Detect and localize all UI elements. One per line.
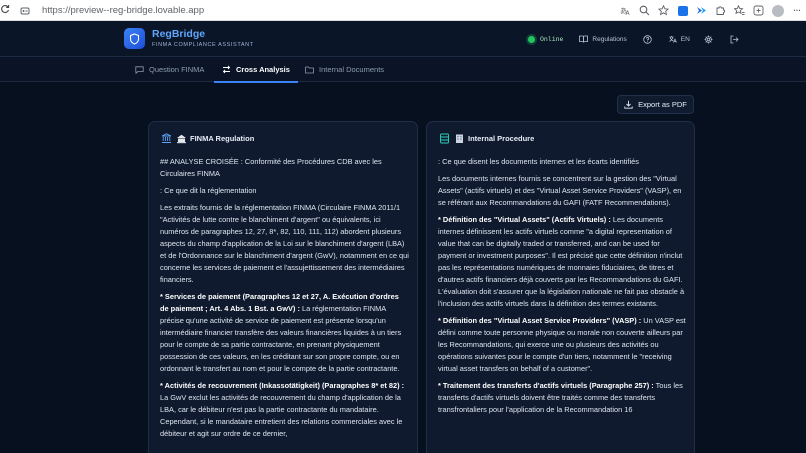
regulations-link[interactable]: Regulations [579, 35, 627, 43]
database-icon [438, 132, 450, 144]
svg-text:A: A [626, 10, 631, 16]
tab-label: Cross Analysis [236, 65, 290, 74]
reload-icon[interactable] [0, 4, 10, 17]
language-switch[interactable]: EN [669, 35, 690, 43]
bullet-text: La réglementation FINMA précise qu'une a… [160, 304, 402, 373]
paragraph: * Définition des "Virtual Assets" (Actif… [438, 214, 686, 310]
section-label: : Ce que dit la réglementation [160, 186, 257, 195]
bullet-text: La GwV exclut les activités de recouvrem… [160, 393, 403, 438]
paragraph: * Définition des "Virtual Asset Service … [438, 315, 686, 375]
tab-cross-analysis[interactable]: Cross Analysis [214, 57, 298, 83]
export-pdf-button[interactable]: Export as PDF [617, 95, 694, 114]
app-header: RegBridge FINMA COMPLIANCE ASSISTANT Onl… [0, 21, 806, 57]
download-icon [624, 100, 633, 109]
translate-icon [669, 36, 677, 43]
profile-avatar[interactable] [768, 0, 787, 21]
extension-icon[interactable] [673, 0, 692, 21]
favorites-icon[interactable] [730, 0, 749, 21]
settings-gear-icon[interactable] [704, 35, 717, 44]
brand[interactable]: RegBridge FINMA COMPLIANCE ASSISTANT [124, 28, 254, 49]
export-label: Export as PDF [638, 100, 687, 109]
help-icon[interactable] [643, 34, 656, 44]
bullet-title: * Définition des "Virtual Asset Service … [438, 316, 642, 325]
folder-icon [305, 66, 314, 73]
paragraph: * Traitement des transferts d'actifs vir… [438, 380, 686, 416]
app-name: RegBridge [152, 28, 206, 40]
bullet-text: Les documents internes définissent les a… [438, 215, 685, 308]
language-label: EN [680, 35, 690, 43]
online-status-icon [528, 35, 535, 43]
translate-icon[interactable]: あA [616, 0, 635, 21]
compare-arrows-icon [222, 65, 231, 74]
tab-question-finma[interactable]: Question FINMA [135, 57, 204, 82]
tab-bar: Question FINMA Cross Analysis Internal D… [0, 57, 806, 83]
zoom-icon[interactable] [635, 0, 654, 21]
copilot-icon[interactable] [692, 0, 711, 21]
bank-icon [160, 132, 172, 144]
site-info-icon[interactable] [18, 4, 32, 18]
finma-regulation-panel[interactable]: FINMA Regulation ## ANALYSE CROISÉE : Co… [148, 121, 418, 453]
institution-icon [175, 132, 187, 144]
analysis-heading: ## ANALYSE CROISÉE : Conformité des Proc… [160, 157, 382, 178]
book-icon [579, 35, 589, 43]
tab-label: Internal Documents [319, 65, 385, 74]
regulation-analysis-text: ## ANALYSE CROISÉE : Conformité des Proc… [160, 156, 409, 445]
internal-procedure-panel[interactable]: Internal Procedure : Ce que disent les d… [426, 121, 695, 453]
app-subtitle: FINMA COMPLIANCE ASSISTANT [152, 41, 254, 48]
status-badge: Online [540, 35, 564, 43]
regulations-label: Regulations [592, 35, 627, 43]
bullet-title: * Définition des "Virtual Assets" (Actif… [438, 215, 611, 224]
paragraph: * Services de paiement (Paragraphes 12 e… [160, 291, 409, 375]
chat-icon [135, 65, 144, 74]
paragraph: Les documents internes fournis se concen… [438, 174, 682, 207]
tab-label: Question FINMA [149, 65, 205, 74]
paragraph: * Activités de recouvrement (Inkassotäti… [160, 380, 409, 440]
panel-title: Internal Procedure [468, 133, 535, 143]
bullet-title: * Traitement des transferts d'actifs vir… [438, 381, 654, 390]
paragraph: Les extraits fournis de la réglementatio… [160, 203, 409, 284]
extensions-puzzle-icon[interactable] [711, 0, 730, 21]
shield-logo-icon [124, 28, 145, 49]
section-label: : Ce que disent les documents internes e… [438, 157, 639, 166]
more-menu-icon[interactable]: ··· [787, 0, 806, 21]
building-icon [453, 132, 465, 144]
panel-title: FINMA Regulation [190, 133, 255, 143]
collections-icon[interactable] [749, 0, 768, 21]
tab-internal-documents[interactable]: Internal Documents [305, 57, 384, 82]
bullet-title: * Activités de recouvrement (Inkassotäti… [160, 381, 405, 390]
url-text[interactable]: https://preview--reg-bridge.lovable.app [42, 5, 204, 16]
logout-icon[interactable] [730, 35, 743, 44]
address-bar[interactable]: https://preview--reg-bridge.lovable.app [14, 2, 674, 19]
bookmark-star-icon[interactable] [654, 0, 673, 21]
procedure-analysis-text: : Ce que disent les documents internes e… [438, 156, 686, 421]
browser-toolbar: https://preview--reg-bridge.lovable.app … [0, 0, 806, 21]
